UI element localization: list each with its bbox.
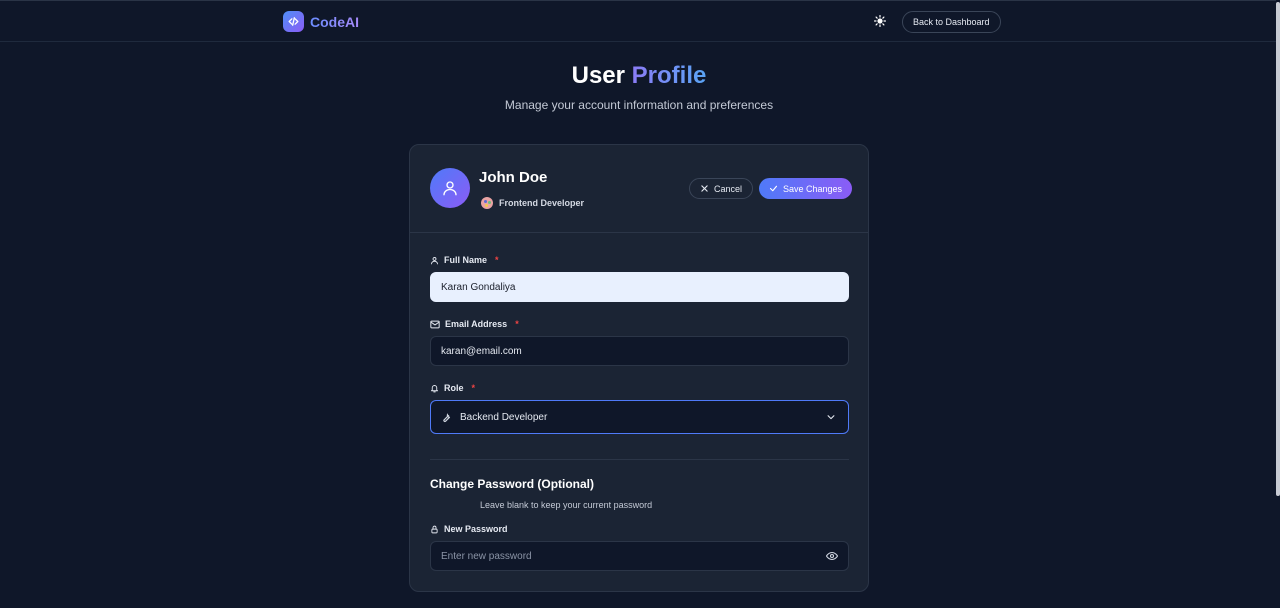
section-divider bbox=[430, 459, 849, 460]
user-icon bbox=[431, 256, 438, 264]
close-icon bbox=[701, 185, 708, 192]
check-icon bbox=[769, 185, 778, 192]
mail-icon bbox=[430, 320, 440, 328]
save-button-label: Save Changes bbox=[783, 183, 843, 194]
top-navigation: CodeAI Back to Dashboard bbox=[0, 0, 1280, 42]
brand-name: CodeAI bbox=[310, 13, 359, 30]
lock-icon bbox=[431, 525, 438, 533]
chevron-down-icon bbox=[827, 415, 835, 420]
user-role: Frontend Developer bbox=[481, 197, 584, 209]
new-password-label: New Password bbox=[430, 524, 508, 534]
new-password-input[interactable]: Enter new password bbox=[430, 541, 849, 571]
code-icon bbox=[283, 11, 304, 32]
scrollbar[interactable] bbox=[1276, 0, 1280, 608]
cancel-button[interactable]: Cancel bbox=[689, 178, 754, 199]
role-select-value: Backend Developer bbox=[460, 411, 548, 423]
password-section-hint: Leave blank to keep your current passwor… bbox=[480, 500, 653, 510]
full-name-input[interactable]: Karan Gondaliya bbox=[430, 272, 849, 302]
avatar bbox=[430, 168, 470, 208]
page-title: User Profile bbox=[0, 62, 1278, 90]
cancel-button-label: Cancel bbox=[714, 183, 743, 194]
user-role-label: Frontend Developer bbox=[499, 198, 585, 208]
save-changes-button[interactable]: Save Changes bbox=[759, 178, 853, 199]
bell-icon bbox=[431, 384, 438, 392]
sun-icon[interactable] bbox=[872, 13, 888, 29]
role-label: Role * bbox=[430, 383, 475, 393]
user-name: John Doe bbox=[479, 169, 548, 186]
back-to-dashboard-button[interactable]: Back to Dashboard bbox=[902, 11, 1001, 33]
full-name-label: Full Name * bbox=[430, 255, 499, 265]
page-title-accent: Profile bbox=[631, 62, 707, 89]
palette-icon bbox=[481, 197, 493, 209]
profile-card: John Doe Frontend Developer Cancel Save … bbox=[409, 144, 869, 592]
profile-header: John Doe Frontend Developer Cancel Save … bbox=[410, 145, 868, 233]
email-input[interactable]: karan@email.com bbox=[430, 336, 849, 366]
new-password-placeholder: Enter new password bbox=[441, 550, 532, 562]
email-label: Email Address * bbox=[430, 319, 519, 329]
role-select[interactable]: Backend Developer bbox=[430, 400, 849, 434]
page-title-plain: User bbox=[571, 62, 625, 89]
wrench-icon bbox=[443, 412, 451, 422]
user-icon bbox=[443, 181, 457, 196]
brand[interactable]: CodeAI bbox=[283, 11, 359, 32]
password-section-title: Change Password (Optional) bbox=[430, 477, 595, 491]
eye-icon[interactable] bbox=[826, 550, 838, 562]
page-subtitle: Manage your account information and pref… bbox=[504, 98, 774, 112]
